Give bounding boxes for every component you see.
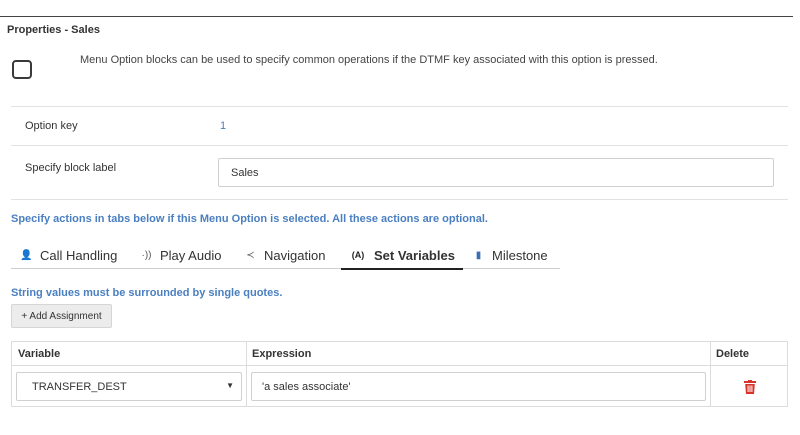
tab-label: Play Audio (160, 248, 222, 263)
table-header (12, 342, 787, 366)
top-divider (0, 16, 793, 17)
actions-hint: Specify actions in tabs below if this Me… (11, 213, 488, 225)
tab-navigation[interactable]: ≺ Navigation (243, 242, 326, 269)
tab-call-handling[interactable]: 👤 Call Handling (19, 242, 118, 269)
tab-label: Call Handling (40, 248, 118, 263)
tab-milestone[interactable]: ▮ Milestone (471, 242, 549, 269)
panel-title: Properties - Sales (7, 24, 100, 36)
variable-icon: (A) (351, 250, 365, 260)
trash-icon[interactable] (744, 380, 756, 394)
expression-input[interactable] (251, 372, 706, 401)
divider (11, 145, 788, 146)
variable-select-value: TRANSFER_DEST (32, 381, 127, 393)
navigation-icon: ≺ (246, 250, 255, 261)
option-key-value: 1 (220, 120, 227, 132)
delete-header: Delete (716, 348, 750, 360)
bookmark-icon: ▮ (475, 250, 482, 261)
tab-label: Navigation (264, 248, 326, 263)
tab-set-variables[interactable]: (A) Set Variables (341, 242, 463, 270)
divider (11, 106, 788, 107)
block-label-label: Specify block label (25, 162, 117, 174)
divider (11, 199, 788, 200)
tab-play-audio[interactable]: ·)) Play Audio (139, 242, 222, 269)
block-description: Menu Option blocks can be used to specif… (80, 54, 658, 66)
expression-header: Expression (252, 348, 312, 360)
action-tabs: 👤 Call Handling ·)) Play Audio ≺ Navigat… (11, 242, 560, 270)
assignments-table: Variable Expression Delete TRANSFER_DEST… (11, 341, 788, 407)
block-label-input[interactable] (218, 158, 774, 187)
column-divider (710, 342, 711, 406)
person-icon: 👤 (20, 250, 33, 261)
variable-select[interactable]: TRANSFER_DEST ▼ (16, 372, 242, 401)
audio-waves-icon: ·)) (141, 250, 152, 261)
add-assignment-button[interactable]: + Add Assignment (11, 304, 112, 328)
variable-header: Variable (18, 348, 61, 360)
bottom-space (0, 418, 793, 419)
tab-label: Set Variables (374, 247, 455, 263)
option-key-label: Option key (25, 120, 78, 132)
string-hint: String values must be surrounded by sing… (11, 287, 283, 299)
tab-label: Milestone (492, 248, 548, 263)
column-divider (246, 342, 247, 406)
square-outline-icon (12, 60, 32, 79)
caret-down-icon: ▼ (226, 381, 234, 390)
